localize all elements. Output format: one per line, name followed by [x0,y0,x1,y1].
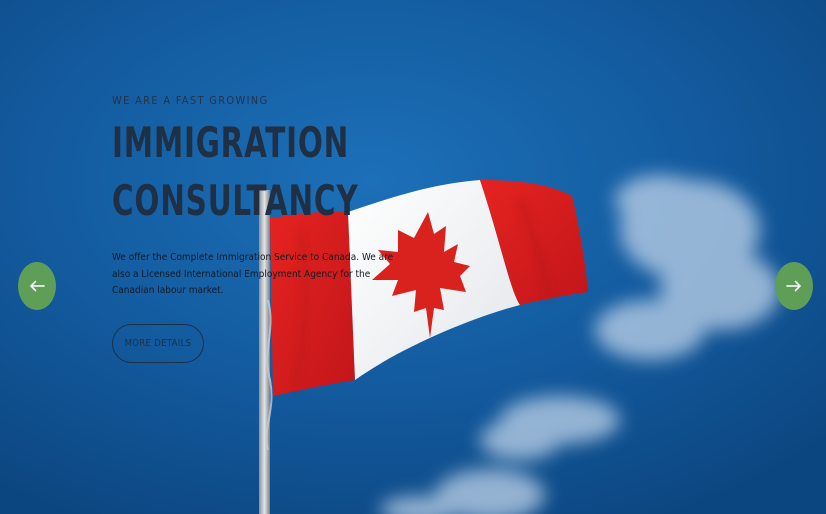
hero-eyebrow: WE ARE A FAST GROWING [112,94,269,107]
arrow-left-icon [30,280,45,292]
slider-prev-button[interactable] [18,262,56,310]
hero-headline: IMMIGRATION CONSULTANCY [112,114,412,230]
headline-line-1: IMMIGRATION [112,118,350,167]
hero-description: We offer the Complete Immigration Servic… [112,252,394,296]
hero-content: WE ARE A FAST GROWING IMMIGRATION CONSUL… [112,94,412,300]
arrow-right-icon [786,280,801,292]
headline-line-2: CONSULTANCY [112,176,359,225]
more-details-button[interactable]: MORE DETAILS [112,324,204,363]
slider-next-button[interactable] [775,262,813,310]
hero-slide: WE ARE A FAST GROWING IMMIGRATION CONSUL… [0,0,826,514]
